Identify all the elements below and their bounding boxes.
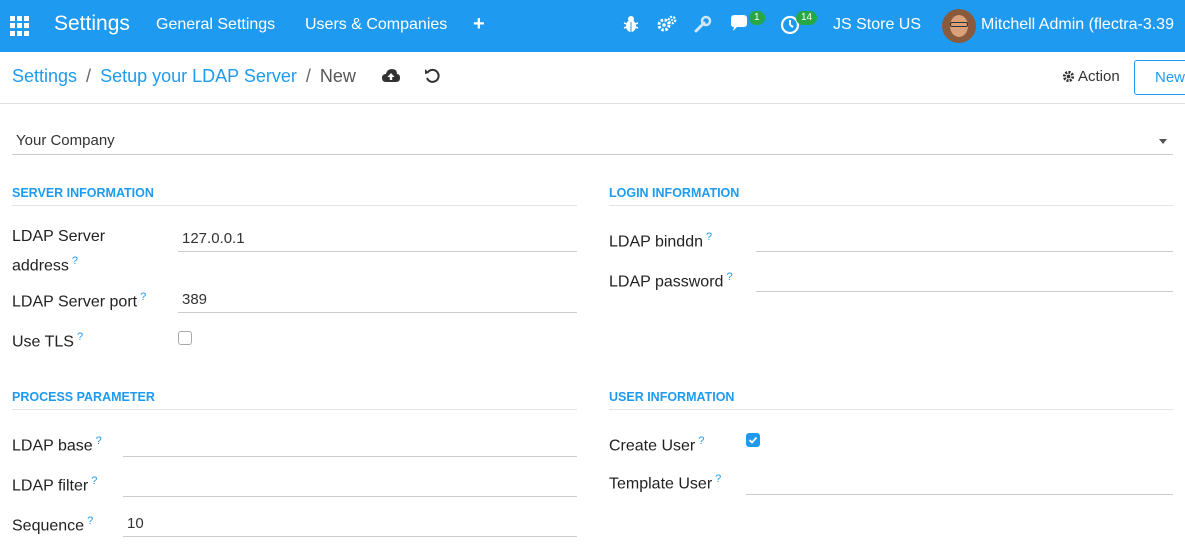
- apps-menu-icon[interactable]: [10, 16, 30, 36]
- ldap-filter-input[interactable]: [123, 469, 577, 497]
- help-icon[interactable]: ?: [77, 331, 83, 343]
- app-title[interactable]: Settings: [54, 12, 130, 36]
- breadcrumb-separator: /: [305, 66, 311, 86]
- ldap-password-label: LDAP password?: [609, 271, 733, 291]
- help-icon[interactable]: ?: [715, 473, 721, 485]
- help-icon[interactable]: ?: [140, 291, 146, 303]
- chevron-down-icon: [1159, 139, 1167, 144]
- ldap-base-input[interactable]: [123, 429, 577, 457]
- company-select[interactable]: Your Company: [12, 128, 1173, 155]
- user-menu[interactable]: Mitchell Admin (flectra-3.39: [981, 16, 1174, 34]
- help-icon[interactable]: ?: [726, 271, 732, 283]
- company-switcher[interactable]: JS Store US: [833, 16, 921, 34]
- plus-icon[interactable]: +: [473, 13, 485, 36]
- help-icon[interactable]: ?: [96, 435, 102, 447]
- sequence-input[interactable]: 10: [123, 509, 577, 537]
- ldap-server-address-input[interactable]: 127.0.0.1: [178, 224, 577, 252]
- user-avatar[interactable]: [942, 9, 976, 43]
- wrench-icon[interactable]: [693, 14, 715, 36]
- ldap-filter-label: LDAP filter?: [12, 475, 98, 495]
- help-icon[interactable]: ?: [87, 515, 93, 527]
- help-icon[interactable]: ?: [698, 435, 704, 447]
- checkmark-icon: [748, 436, 758, 444]
- action-button[interactable]: Action: [1062, 68, 1120, 85]
- activities-clock-icon[interactable]: 14: [780, 11, 818, 36]
- control-panel: Settings / Setup your LDAP Server / New …: [0, 52, 1185, 104]
- help-icon[interactable]: ?: [706, 231, 712, 243]
- gear-icon: [1062, 70, 1075, 83]
- template-user-input[interactable]: [746, 467, 1173, 495]
- ldap-binddn-label: LDAP binddn?: [609, 231, 713, 251]
- ldap-base-label: LDAP base?: [12, 435, 102, 455]
- breadcrumb-ldap-setup[interactable]: Setup your LDAP Server: [100, 66, 297, 87]
- template-user-label: Template User?: [609, 473, 722, 493]
- action-label: Action: [1078, 68, 1120, 85]
- ldap-server-port-input[interactable]: 389: [178, 285, 577, 313]
- gears-icon[interactable]: [656, 14, 678, 36]
- activities-badge: 14: [796, 11, 818, 25]
- undo-discard-icon[interactable]: [424, 68, 442, 86]
- create-user-label: Create User?: [609, 435, 705, 455]
- section-process-parameter: PROCESS PARAMETER: [12, 390, 577, 410]
- messages-badge: 1: [749, 11, 765, 25]
- top-navbar: Settings General Settings Users & Compan…: [0, 0, 1185, 52]
- menu-general-settings[interactable]: General Settings: [156, 16, 275, 34]
- breadcrumb: Settings / Setup your LDAP Server / New: [12, 66, 356, 87]
- ldap-password-input[interactable]: [756, 264, 1173, 292]
- company-value: Your Company: [16, 132, 115, 149]
- help-icon[interactable]: ?: [72, 255, 78, 267]
- sequence-label: Sequence?: [12, 515, 94, 535]
- breadcrumb-settings[interactable]: Settings: [12, 66, 77, 87]
- breadcrumb-current: New: [319, 66, 356, 86]
- section-server-information: SERVER INFORMATION: [12, 186, 577, 206]
- debug-bug-icon[interactable]: [622, 14, 644, 36]
- menu-users-companies[interactable]: Users & Companies: [305, 16, 447, 34]
- use-tls-label: Use TLS?: [12, 331, 84, 351]
- ldap-binddn-input[interactable]: [756, 224, 1173, 252]
- section-user-information: USER INFORMATION: [609, 390, 1173, 410]
- use-tls-checkbox[interactable]: [178, 331, 192, 345]
- messages-icon[interactable]: 1: [729, 11, 765, 36]
- help-icon[interactable]: ?: [91, 475, 97, 487]
- new-button[interactable]: New: [1134, 60, 1185, 95]
- ldap-server-port-label: LDAP Server port?: [12, 291, 147, 311]
- ldap-server-address-label: LDAP Server address?: [12, 228, 106, 275]
- cloud-upload-save-icon[interactable]: [381, 68, 401, 86]
- create-user-checkbox[interactable]: [746, 433, 760, 447]
- breadcrumb-separator: /: [86, 66, 92, 86]
- section-login-information: LOGIN INFORMATION: [609, 186, 1173, 206]
